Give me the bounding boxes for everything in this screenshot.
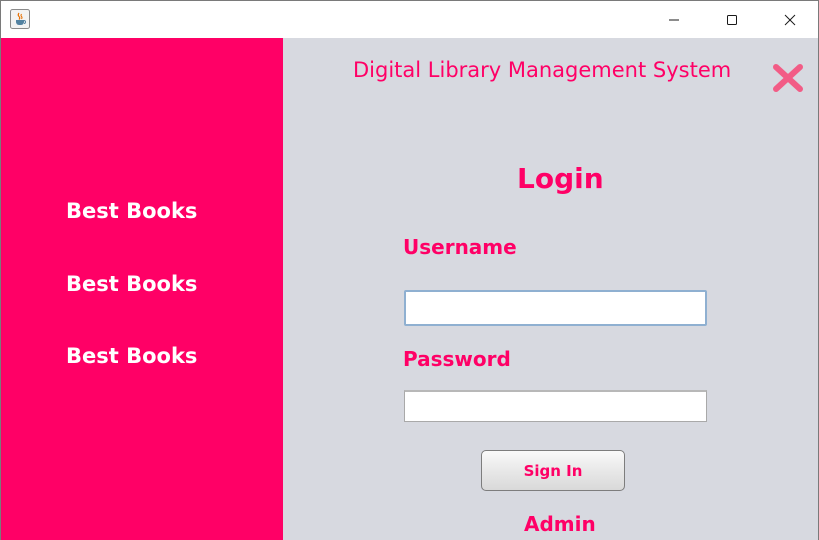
username-label: Username [403,235,517,259]
close-app-button[interactable] [771,63,805,93]
close-icon [784,14,796,25]
login-panel: Digital Library Management System Login … [283,38,818,540]
login-heading: Login [517,162,604,195]
maximize-icon [727,14,737,25]
window-close-button[interactable] [761,1,818,38]
sidebar-item-best-books-1: Best Books [66,199,198,223]
password-input[interactable] [404,390,707,422]
application-window: Best Books Best Books Best Books Digital… [0,0,819,540]
sidebar-item-best-books-3: Best Books [66,344,198,368]
java-app-icon[interactable] [10,9,30,29]
window-titlebar [1,1,818,38]
app-title: Digital Library Management System [353,58,732,82]
password-label: Password [403,347,511,371]
sidebar-panel: Best Books Best Books Best Books [1,38,283,540]
maximize-button[interactable] [703,1,761,38]
minimize-icon [669,19,679,20]
sidebar-item-best-books-2: Best Books [66,272,198,296]
admin-link[interactable]: Admin [524,512,596,536]
sign-in-button[interactable]: Sign In [481,450,625,491]
username-input[interactable] [404,290,707,326]
close-x-icon [773,64,803,92]
minimize-button[interactable] [645,1,703,38]
